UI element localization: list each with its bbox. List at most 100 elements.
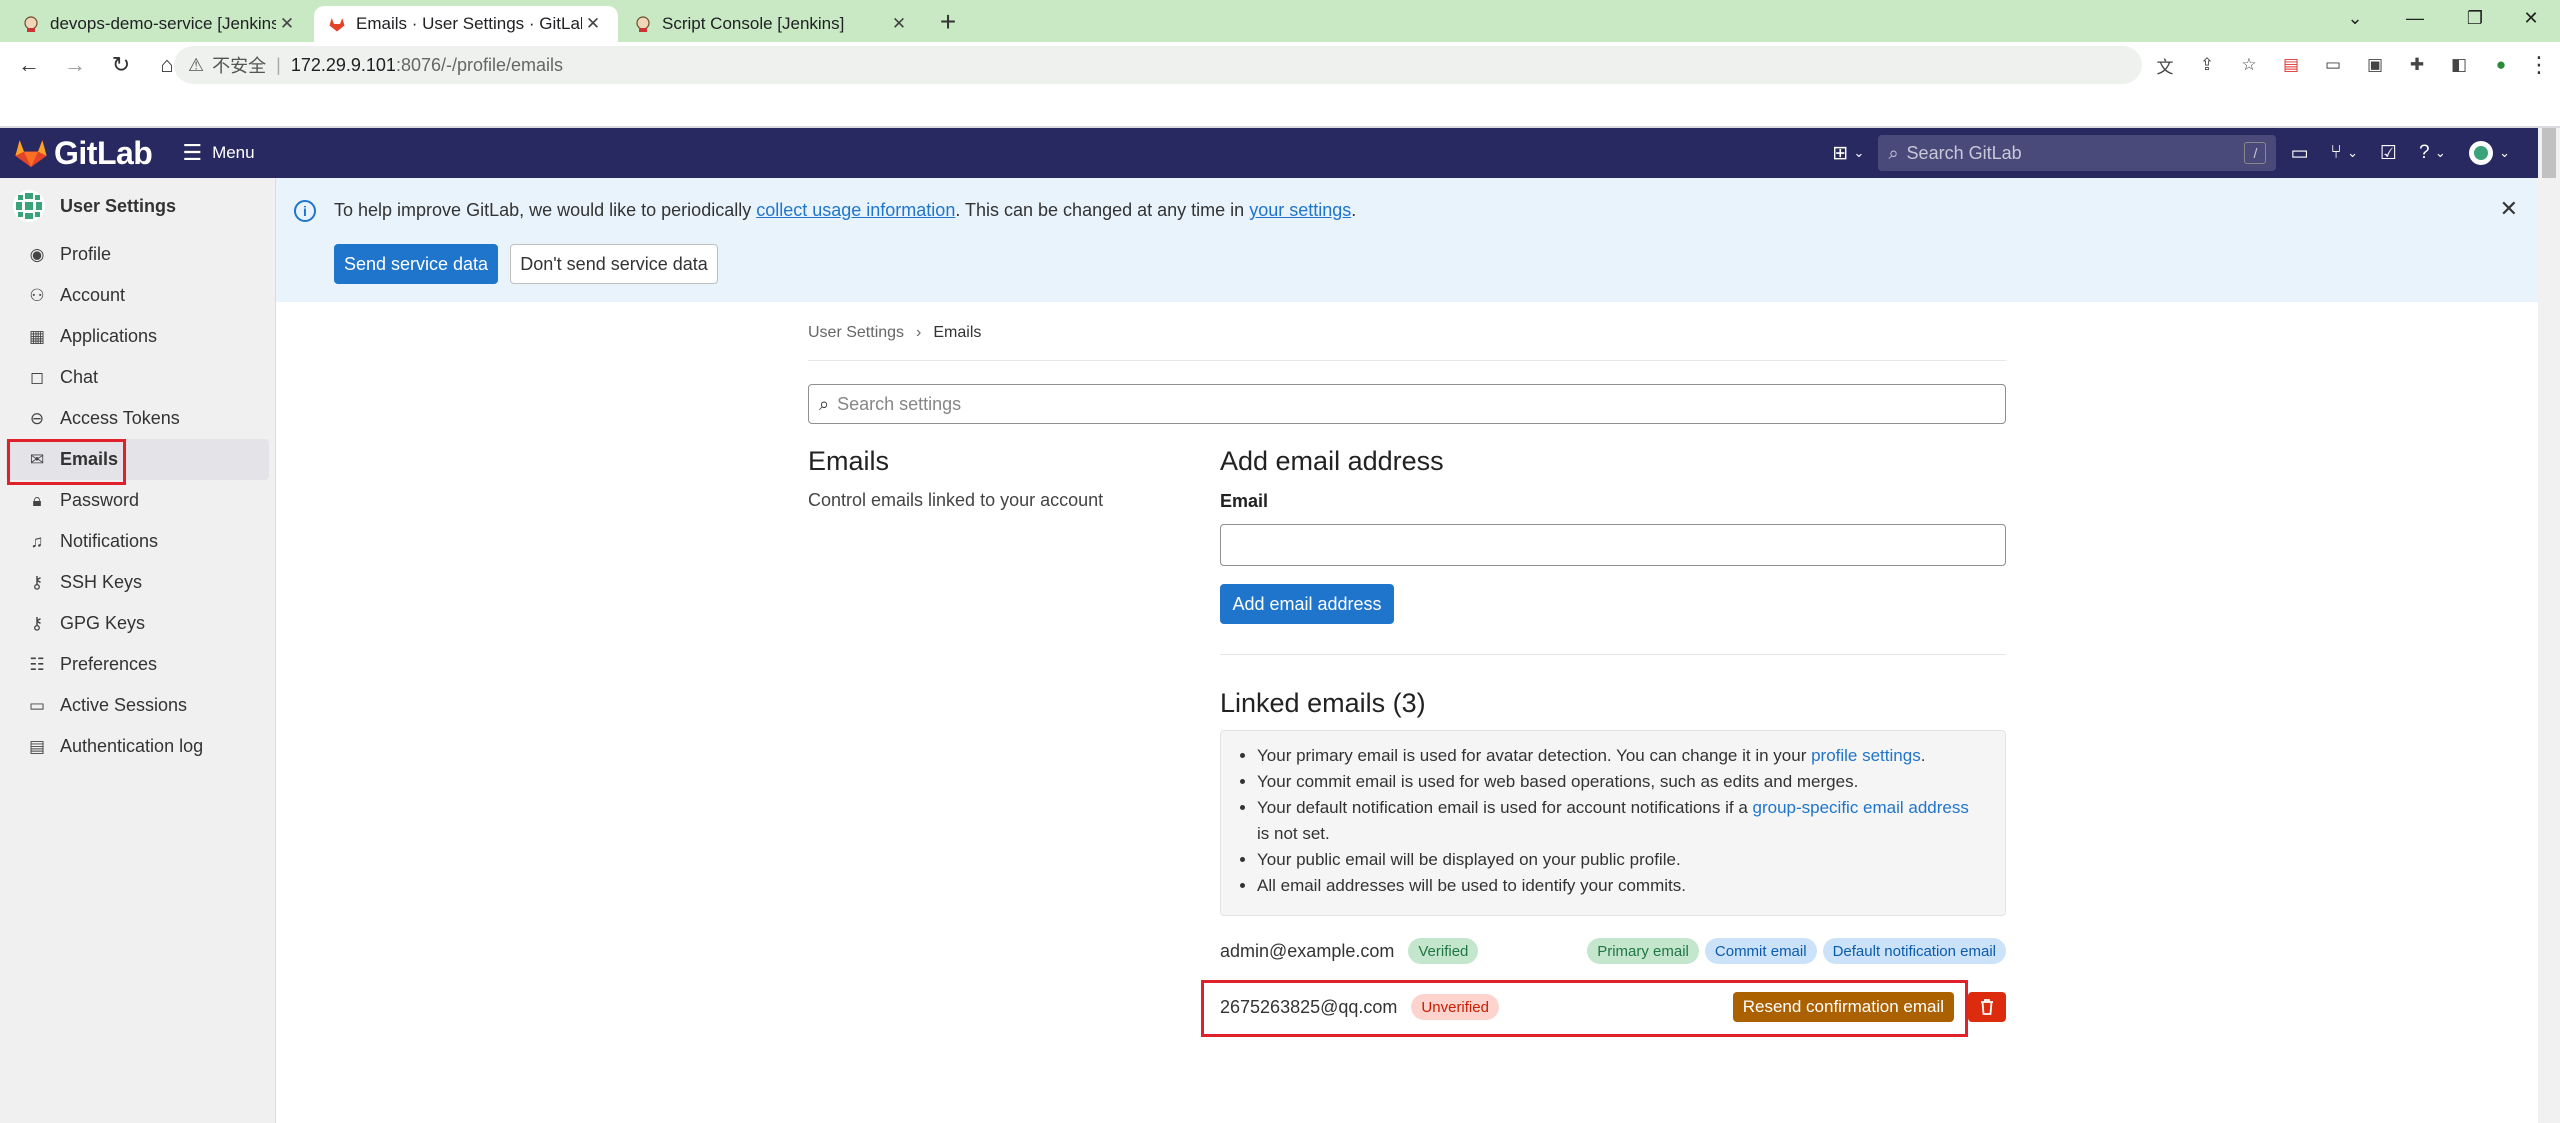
gitlab-logo[interactable]: GitLab: [14, 134, 153, 172]
browser-tab-script-console[interactable]: Script Console [Jenkins] ✕: [620, 6, 924, 42]
token-icon: ⊖: [29, 408, 45, 428]
translate-icon[interactable]: 文: [2154, 54, 2176, 77]
forward-button[interactable]: →: [58, 48, 92, 82]
delete-email-button[interactable]: [1968, 992, 2006, 1022]
profile-settings-link[interactable]: profile settings: [1811, 746, 1921, 765]
share-icon[interactable]: ⇪: [2196, 54, 2218, 76]
toolbar-icons: 文 ⇪ ☆ ▤ ▭ ▣ ✚ ◧ ●: [2154, 46, 2512, 84]
close-window-button[interactable]: ✕: [2502, 0, 2560, 36]
close-icon[interactable]: ✕: [276, 13, 298, 35]
sidebar-item-label: Access Tokens: [60, 408, 180, 428]
status-badge: Verified: [1408, 938, 1479, 964]
menu-button[interactable]: ☰ Menu: [182, 140, 254, 166]
help-icon[interactable]: ? ⌄: [2419, 142, 2446, 164]
back-button[interactable]: ←: [12, 48, 46, 82]
sidebar-item-access-tokens[interactable]: ⊖ Access Tokens: [6, 398, 269, 439]
restore-button[interactable]: ❐: [2446, 0, 2504, 36]
sidebar-header[interactable]: User Settings: [0, 178, 275, 234]
send-service-data-button[interactable]: Send service data: [334, 244, 498, 284]
extension-red-icon[interactable]: ▤: [2280, 54, 2302, 76]
email-field[interactable]: [1220, 524, 2006, 566]
extension-gray-icon[interactable]: ▭: [2322, 54, 2344, 76]
bookmark-star-icon[interactable]: ☆: [2238, 54, 2260, 76]
sidebar-title: User Settings: [60, 195, 177, 216]
sidebar-item-applications[interactable]: ▦ Applications: [6, 316, 269, 357]
grid-icon: ▦: [28, 326, 46, 346]
email-address: 2675263825@qq.com: [1220, 996, 1398, 1017]
sidebar-item-authentication-log[interactable]: ▤ Authentication log: [6, 726, 269, 767]
banner-text: . This can be changed at any time in: [955, 200, 1250, 220]
info-item: Your public email will be displayed on y…: [1257, 847, 1985, 873]
collect-usage-link[interactable]: collect usage information: [756, 200, 955, 220]
section-description: Control emails linked to your account: [808, 490, 1104, 510]
sidebar-item-gpg-keys[interactable]: ⚷ GPG Keys: [6, 603, 269, 644]
dont-send-service-data-button[interactable]: Don't send service data: [510, 244, 718, 284]
info-text: is not set.: [1257, 824, 1330, 843]
tab-search-chevron-icon[interactable]: ⌄: [2326, 0, 2384, 36]
info-item: Your primary email is used for avatar de…: [1257, 743, 1985, 769]
sidebar-item-active-sessions[interactable]: ▭ Active Sessions: [6, 685, 269, 726]
scrollbar-thumb[interactable]: [2542, 128, 2556, 178]
avatar-icon: [2468, 141, 2493, 165]
usage-ping-banner: i To help improve GitLab, we would like …: [276, 178, 2538, 302]
linked-emails-title: Linked emails (3): [1220, 688, 1426, 718]
settings-search-input[interactable]: ⌕ Search settings: [808, 384, 2006, 424]
browser-tab-gitlab-emails[interactable]: Emails · User Settings · GitLab ✕: [314, 6, 618, 42]
sidebar-item-chat[interactable]: ◻ Chat: [6, 357, 269, 398]
close-icon[interactable]: ✕: [582, 13, 604, 35]
address-bar[interactable]: ⚠ 不安全 | 172.29.9.101 :8076/-/profile/ema…: [174, 46, 2142, 84]
divider: [808, 360, 2006, 361]
group-specific-email-link[interactable]: group-specific email address: [1753, 798, 1969, 817]
add-email-title: Add email address: [1220, 446, 1444, 476]
breadcrumb-current: Emails: [933, 324, 982, 341]
sidebar-item-label: Preferences: [60, 654, 158, 674]
sidebar-item-preferences[interactable]: ☷ Preferences: [6, 644, 269, 685]
default-notification-email-badge: Default notification email: [1822, 938, 2006, 964]
close-icon[interactable]: ✕: [888, 13, 910, 35]
new-tab-button[interactable]: +: [930, 4, 966, 40]
nav-right: ⊞ ⌄ ⌕ Search GitLab / ▭ ⑂ ⌄ ☑ ? ⌄ ⌄: [1832, 128, 2538, 178]
url-path: :8076/-/profile/emails: [395, 54, 564, 75]
page-scrollbar[interactable]: [2538, 128, 2560, 1123]
sidebar-item-label: Profile: [60, 244, 112, 264]
info-item: Your default notification email is used …: [1257, 795, 1985, 847]
sidebar-item-notifications[interactable]: ♫ Notifications: [6, 521, 269, 562]
user-avatar[interactable]: ⌄: [2468, 140, 2510, 166]
sidebar-item-profile[interactable]: ◉ Profile: [6, 234, 269, 275]
profile-avatar-icon[interactable]: ●: [2490, 54, 2512, 76]
commit-email-badge: Commit email: [1704, 938, 1817, 964]
minimize-button[interactable]: —: [2386, 0, 2444, 36]
sidebar-item-label: GPG Keys: [60, 613, 146, 633]
extensions-puzzle-icon[interactable]: ✚: [2406, 54, 2428, 76]
email-actions: Resend confirmation email: [1732, 992, 2006, 1022]
new-item-icon[interactable]: ⊞ ⌄: [1832, 142, 1864, 165]
preferences-icon: ☷: [29, 654, 45, 674]
add-email-button[interactable]: Add email address: [1220, 584, 1394, 624]
sidebar-item-label: Authentication log: [60, 736, 204, 756]
extension-badge-icon[interactable]: ▣: [2364, 54, 2386, 76]
merge-requests-icon[interactable]: ⑂ ⌄: [2330, 142, 2358, 164]
sidebar-item-emails[interactable]: ✉ Emails: [6, 439, 269, 480]
sidebar-item-ssh-keys[interactable]: ⚷ SSH Keys: [6, 562, 269, 603]
menu-label: Menu: [212, 143, 255, 162]
issues-icon[interactable]: ▭: [2290, 142, 2308, 165]
info-item: All email addresses will be used to iden…: [1257, 873, 1985, 899]
sidebar-item-password[interactable]: 🔒︎ Password: [6, 480, 269, 521]
your-settings-link[interactable]: your settings: [1249, 200, 1351, 220]
sidebar-item-account[interactable]: ⚇ Account: [6, 275, 269, 316]
key-icon: ⚷: [30, 572, 44, 592]
browser-tab-jenkins-demo[interactable]: devops-demo-service [Jenkins] ✕: [8, 6, 312, 42]
sidepanel-icon[interactable]: ◧: [2448, 54, 2470, 76]
breadcrumb-parent[interactable]: User Settings: [808, 324, 904, 342]
close-icon[interactable]: ✕: [2500, 196, 2518, 222]
browser-menu-icon[interactable]: ⋮: [2522, 48, 2556, 82]
search-input[interactable]: ⌕ Search GitLab /: [1878, 135, 2277, 171]
section-title: Emails: [808, 446, 890, 476]
todo-icon[interactable]: ☑: [2380, 142, 2397, 165]
reload-button[interactable]: ↻: [104, 48, 138, 82]
gitlab-brand: GitLab: [54, 134, 153, 171]
browser-toolbar: ← → ↻ ⌂ ⚠ 不安全 | 172.29.9.101 :8076/-/pro…: [0, 42, 2560, 88]
log-icon: ▤: [28, 736, 46, 756]
banner-message: To help improve GitLab, we would like to…: [334, 200, 1356, 221]
resend-confirmation-button[interactable]: Resend confirmation email: [1732, 992, 1954, 1022]
